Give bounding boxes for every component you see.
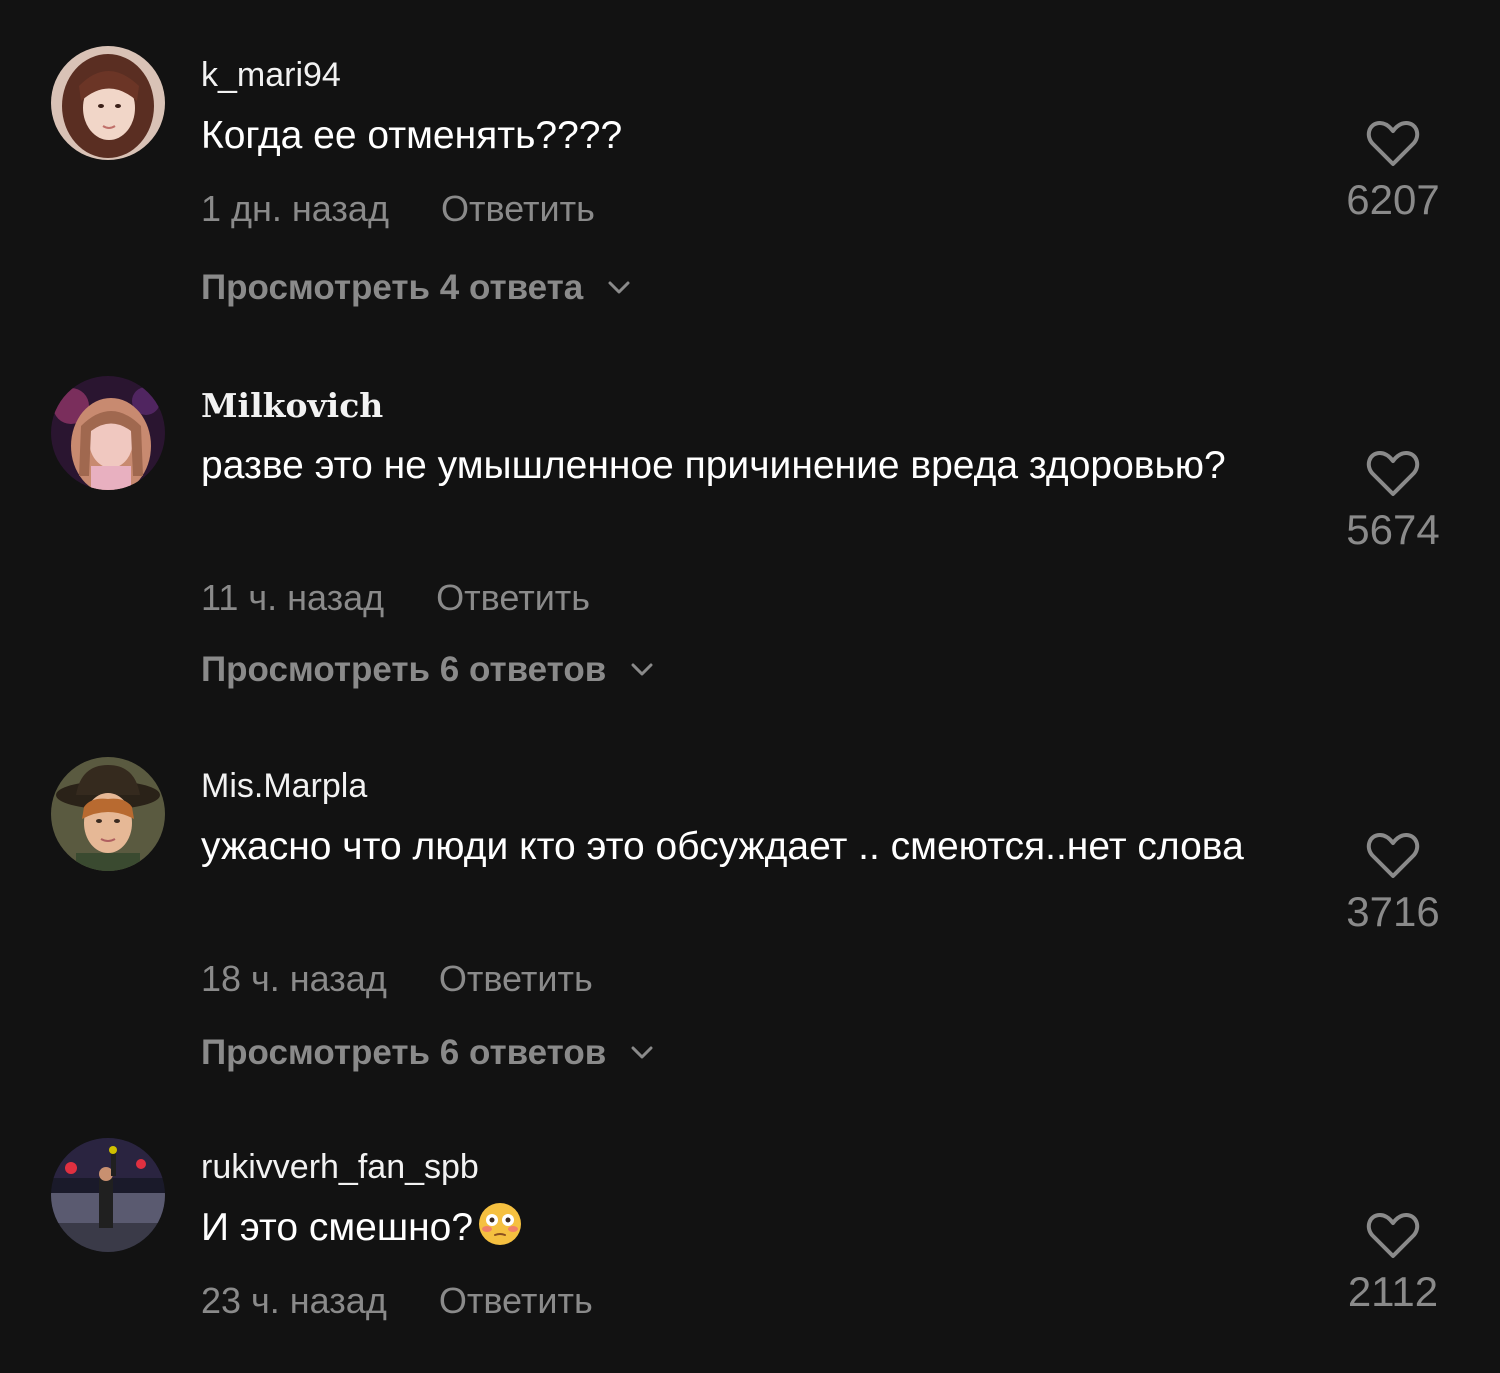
avatar[interactable] [51,376,165,490]
view-replies-button[interactable]: Просмотреть 6 ответов [201,1033,656,1073]
view-replies-button[interactable]: Просмотреть 6 ответов [201,650,656,690]
chevron-down-icon [631,663,653,676]
avatar[interactable] [51,757,165,871]
like-count: 3716 [1346,888,1440,935]
like-button[interactable]: 5674 [1330,448,1456,554]
like-button[interactable]: 3716 [1330,830,1456,936]
comment-text: разве это не умышленное причинение вреда… [201,444,1226,487]
view-replies-label: Просмотреть 4 ответа [201,268,584,307]
comment-text: Когда ее отменять???? [201,114,623,157]
timestamp: 1 дн. назад [201,188,389,229]
reply-button[interactable]: Ответить [439,1280,593,1321]
username[interactable]: k_mari94 [201,56,341,95]
flushed-face-emoji-icon [479,1203,522,1245]
heart-outline-icon [1366,451,1420,496]
heart-outline-icon [1366,833,1420,878]
avatar[interactable] [51,46,165,160]
timestamp: 18 ч. назад [201,958,387,999]
view-replies-label: Просмотреть 6 ответов [201,650,607,689]
comment-meta: 11 ч. назад Ответить [201,577,590,619]
username[interactable]: Mis.Marpla [201,767,367,806]
avatar[interactable] [51,1138,165,1252]
comment-meta: 23 ч. назад Ответить [201,1280,593,1322]
reply-button[interactable]: Ответить [439,958,593,999]
timestamp: 11 ч. назад [201,577,385,618]
comment-meta: 18 ч. назад Ответить [201,958,593,1000]
comment-meta: 1 дн. назад Ответить [201,188,595,230]
reply-button[interactable]: Ответить [441,188,595,229]
timestamp: 23 ч. назад [201,1280,387,1321]
like-count: 6207 [1346,176,1440,223]
heart-outline-icon [1366,121,1420,166]
comment-text-content: И это смешно? [201,1206,474,1249]
comment-text: ужасно что люди кто это обсуждает .. сме… [201,825,1244,868]
comment-text: И это смешно? [201,1198,1311,1258]
heart-outline-icon [1366,1213,1420,1258]
view-replies-button[interactable]: Просмотреть 4 ответа [201,268,633,308]
view-replies-label: Просмотреть 6 ответов [201,1033,607,1072]
like-count: 5674 [1346,506,1440,553]
like-button[interactable]: 2112 [1330,1210,1456,1316]
username[interactable]: Milkovich [201,386,383,425]
reply-button[interactable]: Ответить [436,577,590,618]
like-button[interactable]: 6207 [1330,118,1456,224]
like-count: 2112 [1347,1268,1439,1315]
chevron-down-icon [608,281,630,294]
chevron-down-icon [631,1046,653,1059]
username[interactable]: rukivverh_fan_spb [201,1148,479,1187]
